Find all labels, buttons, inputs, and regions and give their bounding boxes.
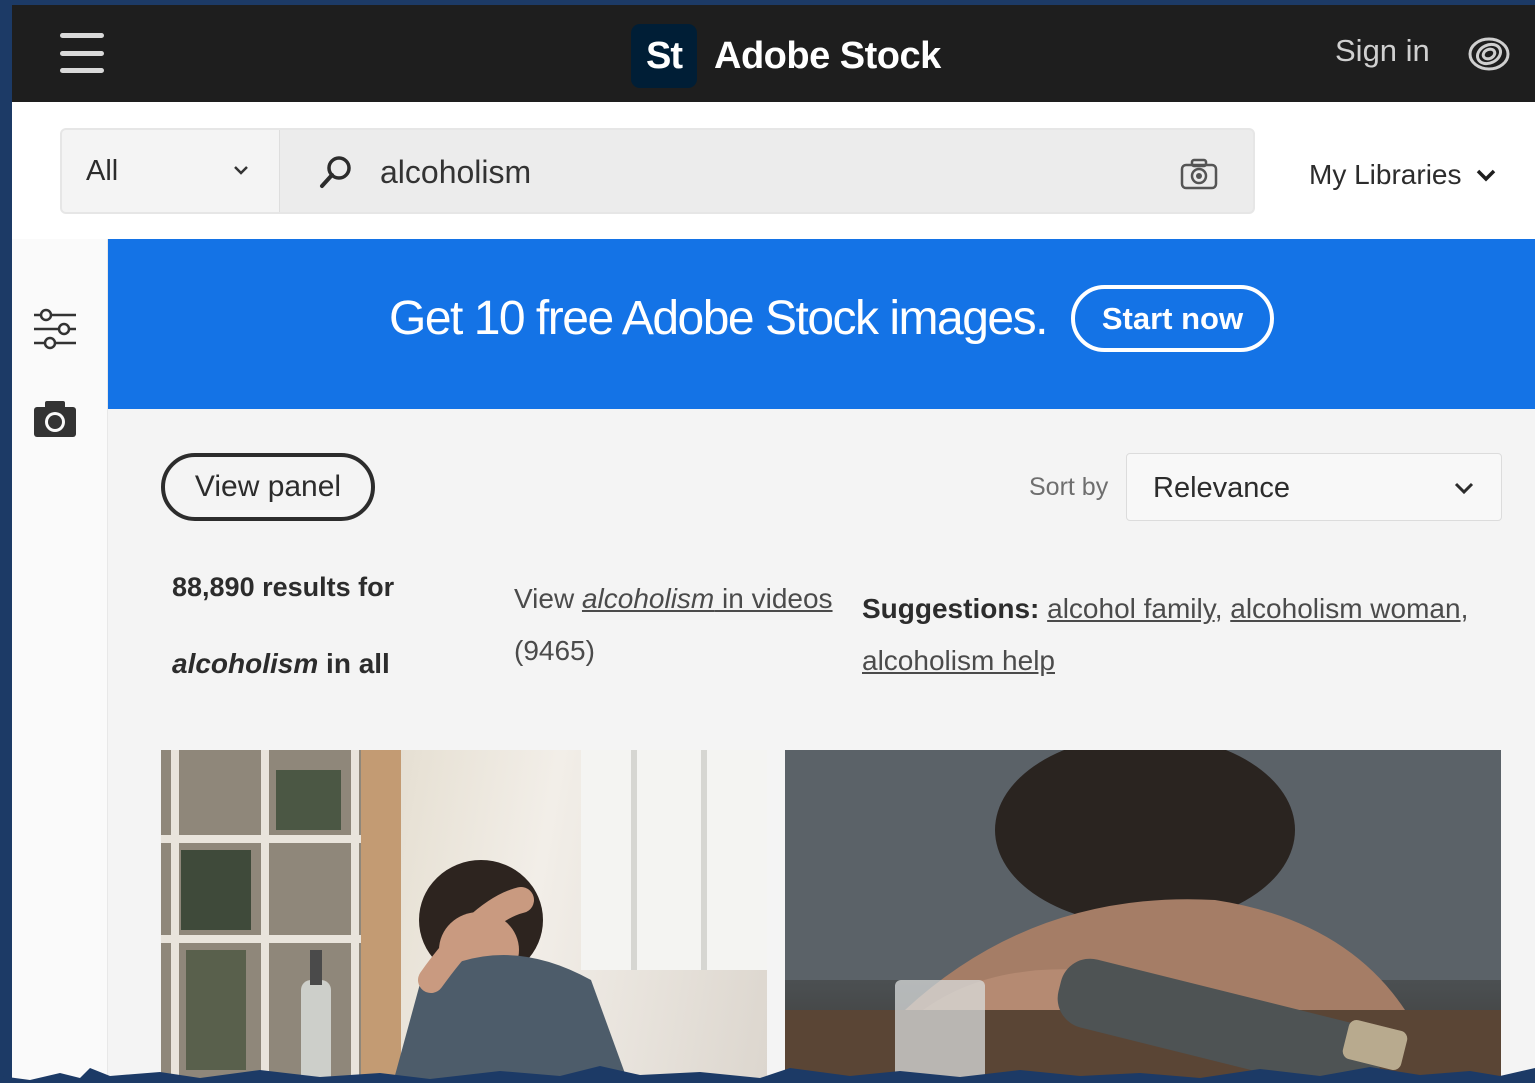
sort-by-label: Sort by <box>1029 473 1109 501</box>
menu-icon[interactable] <box>60 33 104 73</box>
sign-in-link[interactable]: Sign in <box>1335 33 1430 69</box>
scope-dropdown[interactable]: All <box>62 130 280 212</box>
result-image[interactable] <box>785 750 1501 1083</box>
top-bar: St Adobe Stock Sign in <box>12 5 1535 102</box>
videos-query: alcoholism <box>581 583 715 614</box>
results-count: 88,890 results for <box>172 572 395 602</box>
sort-value: Relevance <box>1153 472 1291 504</box>
view-in-videos: View alcoholism in videos <box>514 583 833 615</box>
chevron-down-icon <box>1477 169 1496 182</box>
camera-icon[interactable] <box>1180 158 1218 190</box>
suggestion-link[interactable]: alcohol family <box>1047 593 1215 624</box>
videos-link[interactable]: alcoholism in videos <box>582 583 833 614</box>
promo-banner: Get 10 free Adobe Stock images. Start no… <box>108 239 1535 409</box>
videos-suffix: in videos <box>714 583 833 614</box>
search-icon[interactable] <box>319 155 353 189</box>
left-rail <box>12 239 108 1083</box>
torn-edge-decoration <box>0 1066 1535 1083</box>
view-panel-button[interactable]: View panel <box>161 453 375 521</box>
chevron-down-icon <box>1454 482 1474 495</box>
chevron-down-icon <box>234 166 248 175</box>
creative-cloud-icon[interactable] <box>1467 34 1511 74</box>
suggestion-link[interactable]: alcoholism woman <box>1230 593 1460 624</box>
suggestions: Suggestions: alcohol family, alcoholism … <box>862 593 1469 676</box>
result-image-photo <box>161 750 767 1083</box>
suggestions-label: Suggestions: <box>862 593 1040 624</box>
scope-suffix: in all <box>318 648 390 679</box>
browser-viewport: St Adobe Stock Sign in All alcoholism My… <box>12 5 1535 1083</box>
results-query: alcoholism in all <box>172 648 390 680</box>
search-row: All My Libraries <box>12 102 1535 239</box>
scope-label: All <box>86 155 119 187</box>
search-bar: All <box>60 128 1255 214</box>
my-libraries-label: My Libraries <box>1309 159 1462 190</box>
banner-text: Get 10 free Adobe Stock images. <box>389 292 1048 345</box>
search-input[interactable] <box>380 148 1140 196</box>
my-libraries-dropdown[interactable]: My Libraries <box>1309 159 1497 191</box>
filter-icon[interactable] <box>32 307 78 351</box>
logo-text: Adobe Stock <box>714 34 941 77</box>
logo-badge: St <box>631 24 697 88</box>
videos-count: (9465) <box>514 635 595 666</box>
result-image-photo <box>785 750 1501 1083</box>
adobe-stock-logo[interactable]: St Adobe Stock <box>631 24 941 88</box>
suggestion-link[interactable]: alcoholism help <box>862 645 1055 676</box>
videos-prefix: View <box>514 583 582 614</box>
result-image[interactable] <box>161 750 767 1083</box>
camera-icon[interactable] <box>32 399 78 439</box>
start-now-button[interactable]: Start now <box>1071 285 1274 352</box>
query-term: alcoholism <box>172 648 319 679</box>
sort-dropdown[interactable]: Relevance <box>1126 453 1502 521</box>
